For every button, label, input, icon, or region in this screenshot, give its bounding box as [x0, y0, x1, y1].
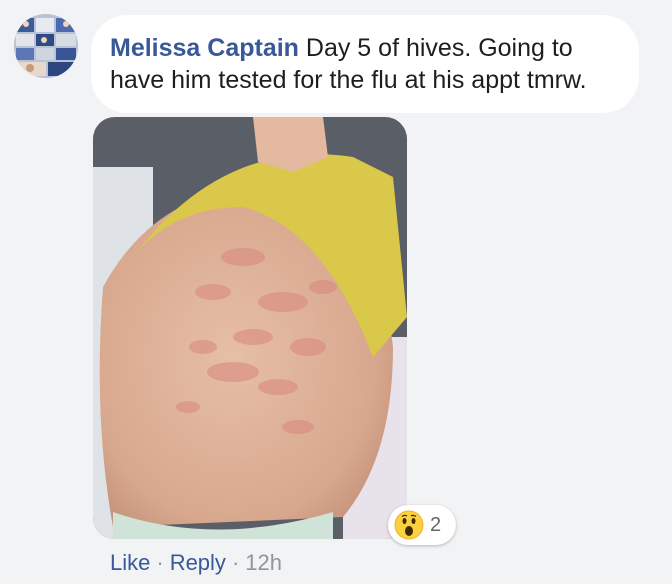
like-button[interactable]: Like — [110, 550, 150, 575]
avatar-collage-image — [14, 14, 78, 78]
separator: · — [231, 550, 240, 575]
comment-photo[interactable] — [93, 117, 407, 539]
avatar[interactable] — [14, 14, 78, 78]
hives-photo-image — [93, 117, 407, 539]
comment-timestamp[interactable]: 12h — [245, 550, 282, 575]
comment-author[interactable]: Melissa Captain — [110, 34, 299, 62]
reaction-summary[interactable]: 2 — [388, 505, 456, 545]
reaction-count: 2 — [430, 513, 442, 536]
comment-actions: Like · Reply · 12h — [110, 548, 282, 578]
comment-thread: Melissa Captain Day 5 of hives. Going to… — [0, 0, 672, 584]
comment-bubble: Melissa Captain Day 5 of hives. Going to… — [91, 15, 639, 113]
reply-button[interactable]: Reply — [170, 550, 226, 575]
wow-emoji-icon — [394, 510, 424, 540]
separator: · — [156, 550, 164, 575]
comment-body: Melissa Captain Day 5 of hives. Going to… — [110, 32, 621, 96]
